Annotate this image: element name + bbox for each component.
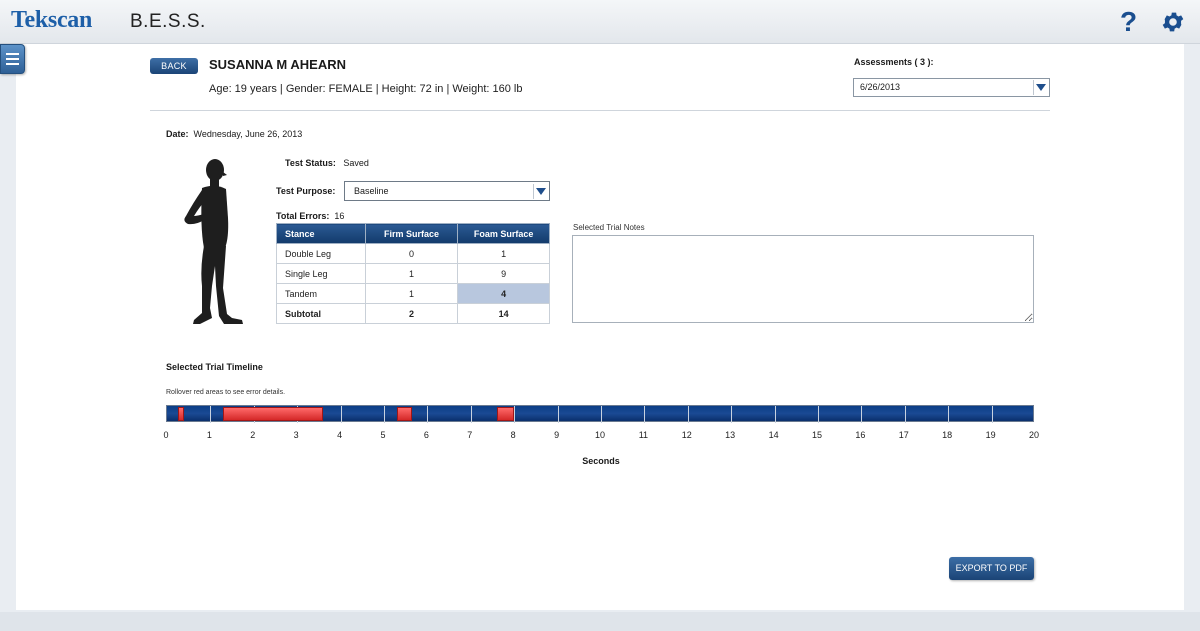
subtotal-firm: 2	[364, 303, 459, 324]
timeline-tick-label: 15	[811, 430, 822, 440]
timeline-tick-line	[731, 406, 733, 423]
assessment-date-select[interactable]: 6/26/2013	[853, 78, 1050, 97]
timeline-tick-line	[470, 406, 472, 423]
timeline-tick-line	[948, 406, 950, 423]
timeline-error-segment[interactable]	[223, 407, 324, 421]
firm-cell[interactable]: 1	[364, 283, 459, 304]
timeline-tick-line	[818, 406, 819, 423]
patient-name: SUSANNA M AHEARN	[209, 57, 346, 72]
test-purpose-select[interactable]: Baseline	[344, 181, 550, 201]
timeline-axis-label: Seconds	[582, 456, 620, 466]
app-header: Tekscan B.E.S.S. ?	[0, 0, 1200, 44]
trial-notes-textarea[interactable]	[572, 235, 1034, 323]
timeline-tick-label: 0	[163, 430, 169, 440]
timeline-tick-line	[774, 406, 776, 423]
total-errors: Total Errors: 16	[276, 211, 345, 221]
timeline-tick-label: 9	[554, 430, 560, 440]
column-header-foam: Foam Surface	[457, 223, 550, 244]
subtotal-foam: 14	[457, 303, 550, 324]
timeline-tick-label: 13	[725, 430, 736, 440]
header-divider	[150, 110, 1050, 111]
question-mark-icon: ?	[1120, 6, 1138, 37]
chevron-down-icon	[1033, 80, 1048, 95]
sidebar-toggle-button[interactable]	[0, 44, 25, 74]
assessments-label: Assessments ( 3 ):	[854, 57, 934, 67]
timeline-tick-line	[514, 406, 516, 423]
timeline-tick-label: 19	[985, 430, 996, 440]
timeline-tick-line	[991, 406, 993, 423]
chevron-down-icon	[533, 184, 548, 199]
timeline-tick-label: 4	[337, 430, 343, 440]
table-row[interactable]: Single Leg 1 9	[276, 263, 550, 284]
timeline-tick-line	[557, 406, 559, 423]
timeline-title: Selected Trial Timeline	[166, 362, 263, 372]
stance-cell: Single Leg	[276, 263, 366, 284]
column-header-stance: Stance	[276, 223, 366, 244]
table-row[interactable]: Double Leg 0 1	[276, 243, 550, 264]
column-header-firm: Firm Surface	[364, 223, 459, 244]
patient-demographics: Age: 19 years | Gender: FEMALE | Height:…	[209, 83, 523, 95]
trial-notes-label: Selected Trial Notes	[573, 223, 645, 232]
test-purpose-label: Test Purpose:	[276, 186, 336, 196]
timeline-tick-label: 7	[467, 430, 473, 440]
hamburger-menu-icon	[6, 53, 19, 55]
timeline-tick-line	[687, 406, 689, 423]
test-purpose-value: Baseline	[354, 186, 389, 196]
foam-cell[interactable]: 1	[457, 243, 550, 264]
timeline-tick-label: 18	[942, 430, 953, 440]
timeline-tick-label: 3	[293, 430, 299, 440]
foam-cell-selected[interactable]: 4	[457, 283, 550, 304]
subtotal-row: Subtotal 2 14	[276, 303, 550, 324]
timeline-tick-line	[601, 406, 602, 423]
timeline-error-segment[interactable]	[397, 407, 413, 421]
timeline-tick-label: 5	[380, 430, 386, 440]
timeline-hint: Rollover red areas to see error details.	[166, 389, 286, 396]
timeline-tick-line	[210, 406, 212, 423]
trial-timeline-bar	[166, 405, 1034, 423]
test-date: Date: Wednesday, June 26, 2013	[166, 129, 303, 139]
timeline-tick-label: 6	[423, 430, 429, 440]
timeline-tick-label: 11	[638, 430, 649, 440]
export-pdf-button[interactable]: EXPORT TO PDF	[949, 557, 1034, 580]
timeline-tick-label: 17	[898, 430, 909, 440]
timeline-tick-label: 12	[681, 430, 692, 440]
back-button[interactable]: BACK	[150, 58, 198, 74]
table-row[interactable]: Tandem 1 4	[276, 283, 550, 304]
bess-error-table: Stance Firm Surface Foam Surface Double …	[276, 223, 550, 324]
timeline-tick-label: 1	[206, 430, 212, 440]
gear-icon[interactable]	[1160, 9, 1186, 35]
timeline-tick-label: 8	[510, 430, 516, 440]
app-title: B.E.S.S.	[130, 11, 206, 32]
timeline-tick-label: 2	[250, 430, 256, 440]
tekscan-logo: Tekscan	[11, 7, 93, 33]
test-status: Test Status: Saved	[285, 158, 369, 168]
timeline-tick-line	[861, 406, 863, 423]
timeline-tick-label: 14	[768, 430, 779, 440]
firm-cell[interactable]: 1	[364, 263, 459, 284]
foam-cell[interactable]: 9	[457, 263, 550, 284]
timeline-error-segment[interactable]	[496, 407, 515, 421]
timeline-tick-line	[427, 406, 429, 423]
help-button[interactable]: ?	[1120, 6, 1137, 38]
timeline-tick-label: 10	[594, 430, 605, 440]
timeline-tick-line	[384, 406, 385, 423]
stance-cell: Tandem	[276, 283, 366, 304]
timeline-tick-line	[904, 406, 906, 423]
stance-cell: Double Leg	[276, 243, 366, 264]
timeline-error-segment[interactable]	[177, 407, 185, 421]
table-header-row: Stance Firm Surface Foam Surface	[276, 223, 550, 244]
firm-cell[interactable]: 0	[364, 243, 459, 264]
bottom-bar	[0, 612, 1200, 631]
subtotal-label: Subtotal	[276, 303, 366, 324]
timeline-tick-line	[340, 406, 342, 423]
assessment-date-value: 6/26/2013	[860, 82, 901, 92]
timeline-tick-line	[644, 406, 646, 423]
timeline-tick-label: 16	[855, 430, 866, 440]
person-silhouette-icon	[184, 159, 243, 324]
timeline-tick-label: 20	[1028, 430, 1039, 440]
